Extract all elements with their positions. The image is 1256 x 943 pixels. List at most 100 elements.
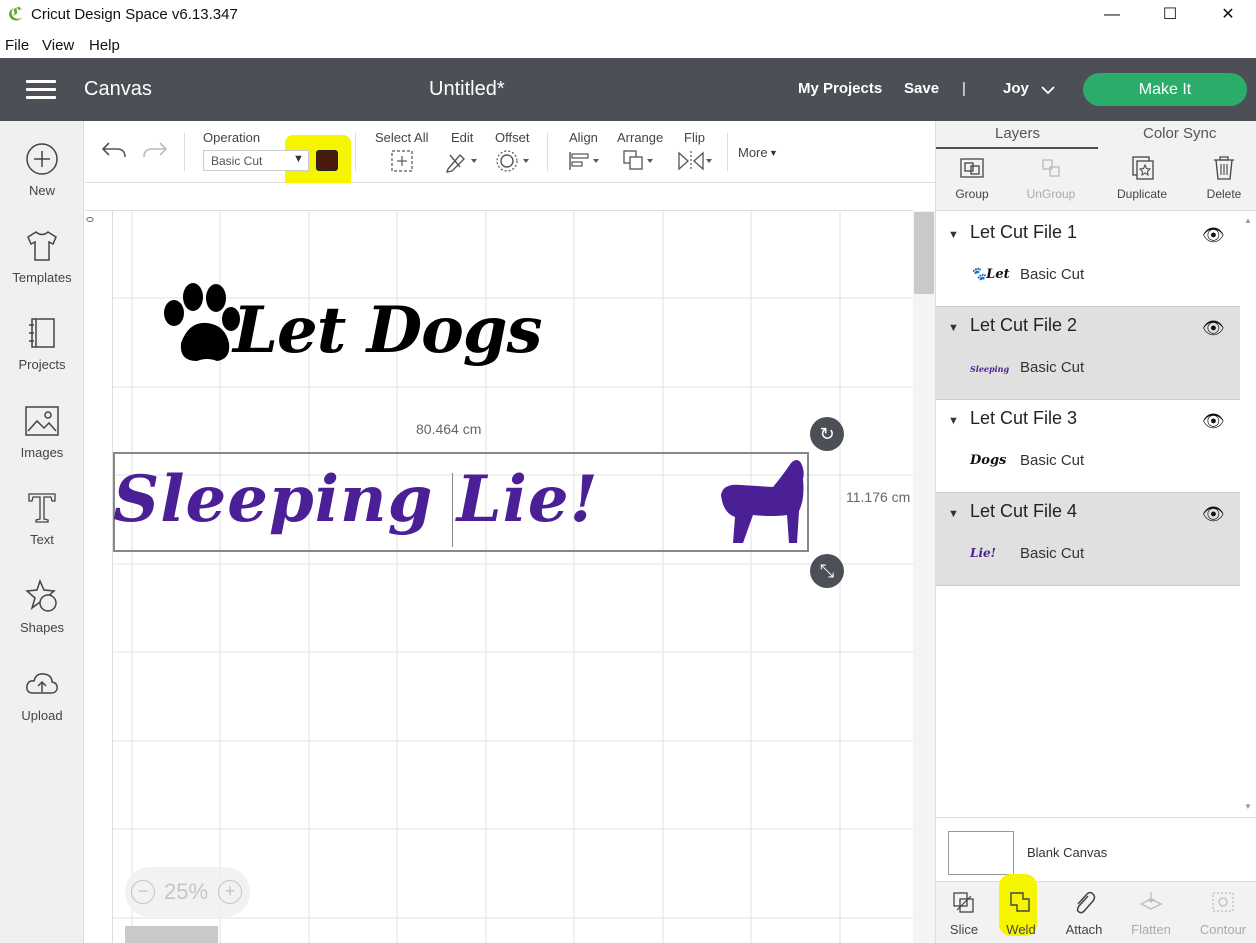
user-menu[interactable]: Joy bbox=[1003, 80, 1029, 97]
expand-caret-icon[interactable]: ▼ bbox=[948, 322, 959, 334]
slice-button[interactable]: Slice bbox=[948, 890, 980, 937]
canvas-vertical-scroll-thumb[interactable] bbox=[914, 212, 934, 294]
app-header: Canvas Untitled* My Projects Save | Joy … bbox=[0, 58, 1256, 121]
tab-layers[interactable]: Layers bbox=[995, 125, 1040, 142]
layer-item[interactable]: ▼ Let Cut File 4 👁 Lie! Basic Cut bbox=[936, 493, 1240, 586]
layer-thumbnail: Dogs bbox=[970, 453, 1007, 468]
menu-help[interactable]: Help bbox=[89, 37, 120, 54]
nav-images[interactable]: Images bbox=[0, 403, 84, 460]
minimize-button[interactable]: — bbox=[1083, 0, 1141, 30]
expand-caret-icon[interactable]: ▼ bbox=[948, 229, 959, 241]
nav-new[interactable]: New bbox=[0, 141, 84, 198]
menu-view[interactable]: View bbox=[42, 37, 74, 54]
eye-icon[interactable]: 👁 bbox=[1202, 225, 1225, 246]
save-button[interactable]: Save bbox=[904, 80, 939, 97]
menu-file[interactable]: File bbox=[5, 37, 29, 54]
layers-scrollbar[interactable]: ▲ ▼ bbox=[1240, 214, 1256, 816]
contour-icon bbox=[1212, 892, 1234, 912]
let-dogs-text[interactable]: Let Dogs bbox=[233, 291, 543, 371]
slice-label: Slice bbox=[949, 922, 979, 937]
plus-circle-icon bbox=[26, 143, 58, 175]
contour-button[interactable]: Contour bbox=[1198, 890, 1248, 937]
weld-button[interactable]: Weld bbox=[1004, 890, 1038, 937]
layer-thumbnail: Lie! bbox=[970, 546, 996, 560]
scroll-down-icon[interactable]: ▼ bbox=[1244, 802, 1252, 811]
dropdown-caret-icon[interactable]: ▼ bbox=[293, 153, 304, 165]
nav-templates[interactable]: Templates bbox=[0, 228, 84, 285]
flip-icon[interactable] bbox=[677, 149, 713, 173]
attach-label: Attach bbox=[1065, 922, 1103, 937]
blank-canvas-row[interactable]: Blank Canvas bbox=[936, 817, 1256, 881]
duplicate-button[interactable]: Duplicate bbox=[1114, 155, 1170, 201]
text-icon bbox=[28, 493, 56, 523]
align-icon[interactable] bbox=[567, 149, 601, 173]
layer-item[interactable]: ▼ Let Cut File 1 👁 🐾Let Basic Cut bbox=[936, 214, 1240, 307]
book-icon bbox=[29, 318, 55, 348]
eye-icon[interactable]: 👁 bbox=[1202, 318, 1225, 339]
undo-icon[interactable] bbox=[101, 139, 127, 161]
zoom-control: − 25% + bbox=[125, 867, 250, 917]
delete-label: Delete bbox=[1206, 187, 1242, 201]
delete-button[interactable]: Delete bbox=[1205, 155, 1243, 201]
menu-bar: File View Help bbox=[0, 34, 1256, 58]
blank-canvas-swatch[interactable] bbox=[948, 831, 1014, 875]
resize-handle-icon[interactable]: ⤡ bbox=[810, 554, 844, 588]
nav-text[interactable]: Text bbox=[0, 490, 84, 547]
hamburger-menu-icon[interactable] bbox=[26, 80, 56, 100]
weld-icon bbox=[1010, 892, 1030, 912]
title-bar: ℭ Cricut Design Space v6.13.347 — ☐ ✕ bbox=[0, 0, 1256, 30]
my-projects-link[interactable]: My Projects bbox=[798, 80, 882, 97]
ungroup-icon bbox=[1042, 159, 1060, 177]
expand-caret-icon[interactable]: ▼ bbox=[948, 415, 959, 427]
layer-item[interactable]: ▼ Let Cut File 3 👁 Dogs Basic Cut bbox=[936, 400, 1240, 493]
attach-button[interactable]: Attach bbox=[1064, 890, 1104, 937]
ruler-top bbox=[85, 183, 913, 211]
color-swatch[interactable] bbox=[316, 150, 338, 171]
tshirt-icon bbox=[27, 231, 57, 261]
nav-shapes[interactable]: Shapes bbox=[0, 578, 84, 635]
upload-cloud-icon bbox=[26, 673, 58, 694]
zoom-out-button[interactable]: − bbox=[131, 880, 155, 904]
layer-thumbnail: Sleeping bbox=[970, 364, 1010, 374]
more-menu[interactable]: More bbox=[738, 145, 768, 160]
nav-projects[interactable]: Projects bbox=[0, 315, 84, 372]
nav-upload[interactable]: Upload bbox=[0, 666, 84, 723]
flatten-button[interactable]: Flatten bbox=[1130, 890, 1172, 937]
edit-icon[interactable] bbox=[444, 149, 478, 173]
layer-item[interactable]: ▼ Let Cut File 2 👁 Sleeping Basic Cut bbox=[936, 307, 1240, 400]
canvas-horizontal-scroll-thumb[interactable] bbox=[125, 926, 218, 943]
offset-label: Offset bbox=[495, 130, 530, 145]
make-it-button[interactable]: Make It bbox=[1083, 73, 1247, 106]
width-dimension: 80.464 cm bbox=[416, 421, 482, 437]
canvas-vertical-scrollbar[interactable] bbox=[913, 211, 935, 943]
design-canvas[interactable]: Let Dogs Sleeping Lie! bbox=[113, 211, 913, 943]
redo-icon[interactable] bbox=[142, 139, 168, 161]
chevron-down-icon[interactable] bbox=[1041, 85, 1055, 95]
rotate-handle-icon[interactable]: ↻ bbox=[810, 417, 844, 451]
arrange-icon[interactable] bbox=[622, 149, 656, 173]
offset-icon[interactable] bbox=[495, 149, 531, 173]
ungroup-button[interactable]: UnGroup bbox=[1025, 155, 1077, 201]
dog-silhouette-icon[interactable] bbox=[713, 455, 809, 549]
nav-new-label: New bbox=[28, 183, 55, 198]
group-button[interactable]: Group bbox=[955, 155, 989, 201]
expand-caret-icon[interactable]: ▼ bbox=[948, 508, 959, 520]
eye-icon[interactable]: 👁 bbox=[1202, 411, 1225, 432]
sleeping-lie-text[interactable]: Sleeping Lie! bbox=[113, 454, 599, 546]
paperclip-icon bbox=[1076, 891, 1096, 914]
zoom-in-button[interactable]: + bbox=[218, 880, 242, 904]
tab-color-sync[interactable]: Color Sync bbox=[1143, 125, 1216, 142]
close-button[interactable]: ✕ bbox=[1199, 0, 1256, 30]
section-title: Canvas bbox=[84, 78, 152, 100]
left-sidebar: New Templates Projects Images Text Shape… bbox=[0, 121, 84, 943]
maximize-button[interactable]: ☐ bbox=[1141, 0, 1199, 30]
shapes-icon bbox=[25, 578, 57, 612]
flatten-icon bbox=[1139, 892, 1163, 910]
scroll-up-icon[interactable]: ▲ bbox=[1244, 216, 1252, 225]
weld-label: Weld bbox=[1006, 922, 1036, 937]
select-all-icon[interactable] bbox=[390, 149, 414, 173]
more-caret-icon[interactable]: ▼ bbox=[769, 148, 778, 158]
eye-icon[interactable]: 👁 bbox=[1202, 504, 1225, 525]
layer-thumbnail: 🐾Let bbox=[970, 267, 1010, 282]
paw-print-icon[interactable] bbox=[159, 281, 243, 369]
